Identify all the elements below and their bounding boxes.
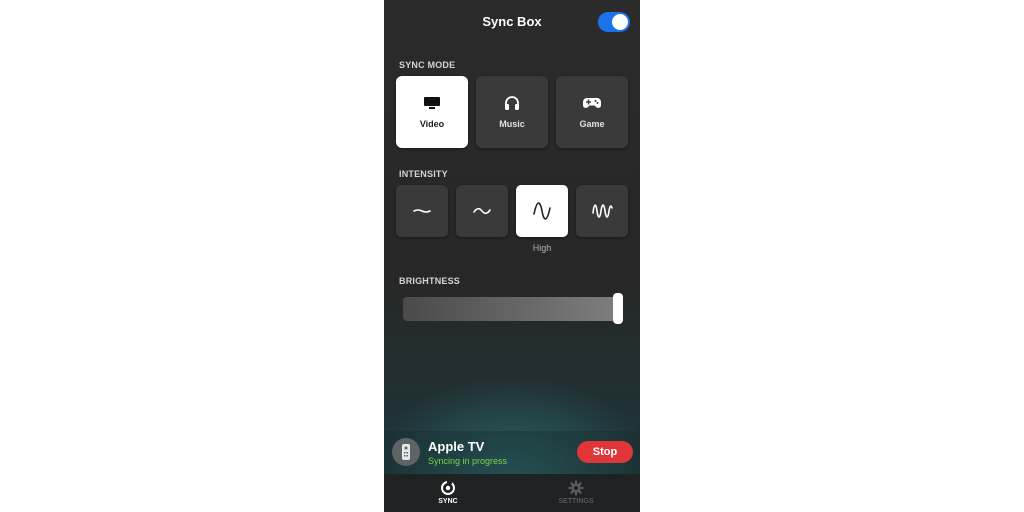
device-name: Apple TV — [428, 439, 485, 454]
mode-game-button[interactable]: Game — [556, 76, 628, 148]
mode-video-button[interactable]: Video — [396, 76, 468, 148]
sync-mode-label: SYNC MODE — [399, 60, 456, 70]
intensity-subtle-button[interactable] — [396, 185, 448, 237]
intensity-high-button[interactable] — [516, 185, 568, 237]
mode-game-label: Game — [579, 119, 605, 129]
toggle-knob — [612, 14, 628, 30]
device-avatar — [392, 438, 420, 466]
mode-music-button[interactable]: Music — [476, 76, 548, 148]
wave-moderate-icon — [473, 207, 491, 215]
remote-icon — [402, 444, 410, 460]
headphones-icon — [505, 96, 519, 110]
sync-box-screen: Sync Box SYNC MODE Video Music Game INTE… — [384, 0, 640, 512]
brightness-slider[interactable] — [403, 297, 618, 321]
stop-button[interactable]: Stop — [577, 441, 633, 463]
intensity-moderate-button[interactable] — [456, 185, 508, 237]
mode-music-label: Music — [499, 119, 525, 129]
gamepad-icon — [583, 98, 601, 108]
wave-subtle-icon — [413, 209, 431, 213]
sync-status: Syncing in progress — [428, 456, 508, 466]
power-toggle[interactable] — [598, 12, 630, 32]
tab-settings[interactable]: SETTINGS — [512, 474, 640, 512]
intensity-label: INTENSITY — [399, 169, 448, 179]
bottom-tab-bar: SYNC SETTINGS — [384, 474, 640, 512]
tv-icon — [424, 97, 440, 109]
tab-settings-label: SETTINGS — [558, 498, 594, 505]
brightness-slider-thumb[interactable] — [613, 293, 623, 324]
sync-icon — [441, 480, 455, 495]
tab-sync-label: SYNC — [438, 498, 458, 505]
tab-sync[interactable]: SYNC — [384, 474, 512, 512]
intensity-selected-label: High — [532, 243, 552, 253]
intensity-intense-button[interactable] — [576, 185, 628, 237]
mode-video-label: Video — [419, 119, 445, 129]
brightness-label: BRIGHTNESS — [399, 276, 461, 286]
gear-icon — [568, 480, 584, 496]
wave-intense-icon — [592, 204, 613, 218]
wave-high-icon — [533, 202, 551, 220]
